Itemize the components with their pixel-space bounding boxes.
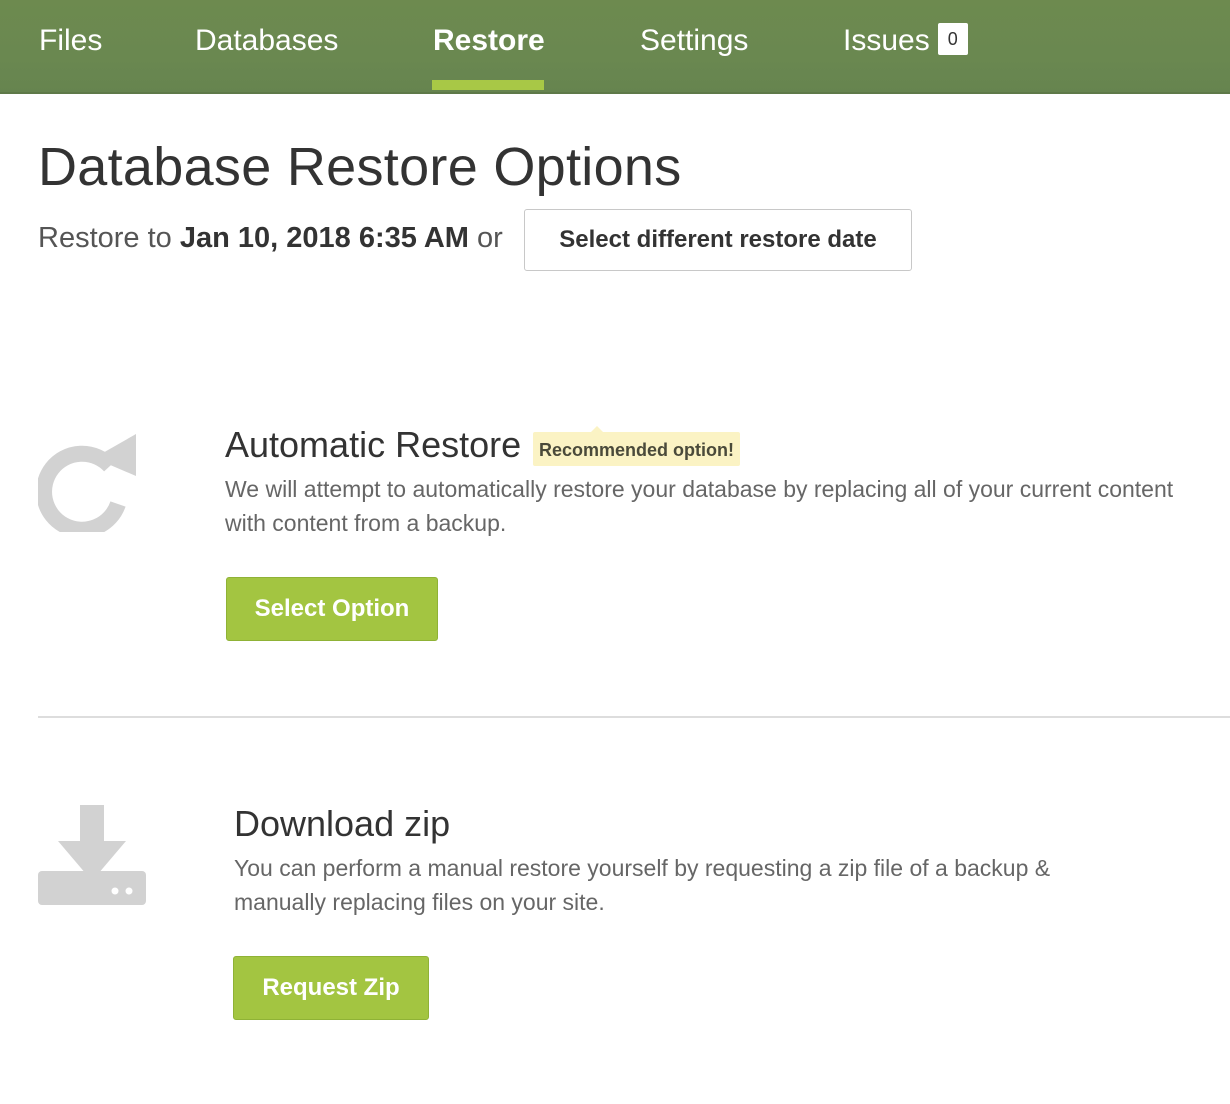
restore-suffix: or <box>477 222 503 254</box>
active-tab-indicator <box>432 80 544 90</box>
select-restore-date-button[interactable]: Select different restore date <box>524 209 912 271</box>
section-divider <box>38 716 1230 718</box>
download-zip-description: You can perform a manual restore yoursel… <box>234 855 1051 915</box>
automatic-restore-title: Automatic Restore <box>225 424 522 465</box>
top-navigation: Files Databases Restore Settings Issues 0 <box>0 0 1230 94</box>
tab-issues-label: Issues <box>843 24 930 57</box>
request-zip-button[interactable]: Request Zip <box>233 956 429 1020</box>
download-icon <box>38 805 146 905</box>
select-option-button[interactable]: Select Option <box>226 577 438 641</box>
tab-files[interactable]: Files <box>39 24 102 58</box>
tab-databases[interactable]: Databases <box>195 24 338 58</box>
page-title: Database Restore Options <box>38 137 682 197</box>
issues-count-badge: 0 <box>937 23 968 56</box>
download-zip-title: Download zip <box>234 803 451 844</box>
restore-date-line: Restore to Jan 10, 2018 6:35 AM or <box>38 222 503 255</box>
automatic-restore-description: We will attempt to automatically restore… <box>225 476 1174 536</box>
tab-settings[interactable]: Settings <box>640 24 748 58</box>
tab-restore[interactable]: Restore <box>433 24 545 58</box>
restore-date: Jan 10, 2018 6:35 AM <box>179 222 469 254</box>
tab-issues[interactable]: Issues 0 <box>843 23 968 58</box>
recommended-badge: Recommended option! <box>533 426 741 466</box>
restore-prefix: Restore to <box>38 222 172 254</box>
refresh-icon <box>36 432 138 538</box>
